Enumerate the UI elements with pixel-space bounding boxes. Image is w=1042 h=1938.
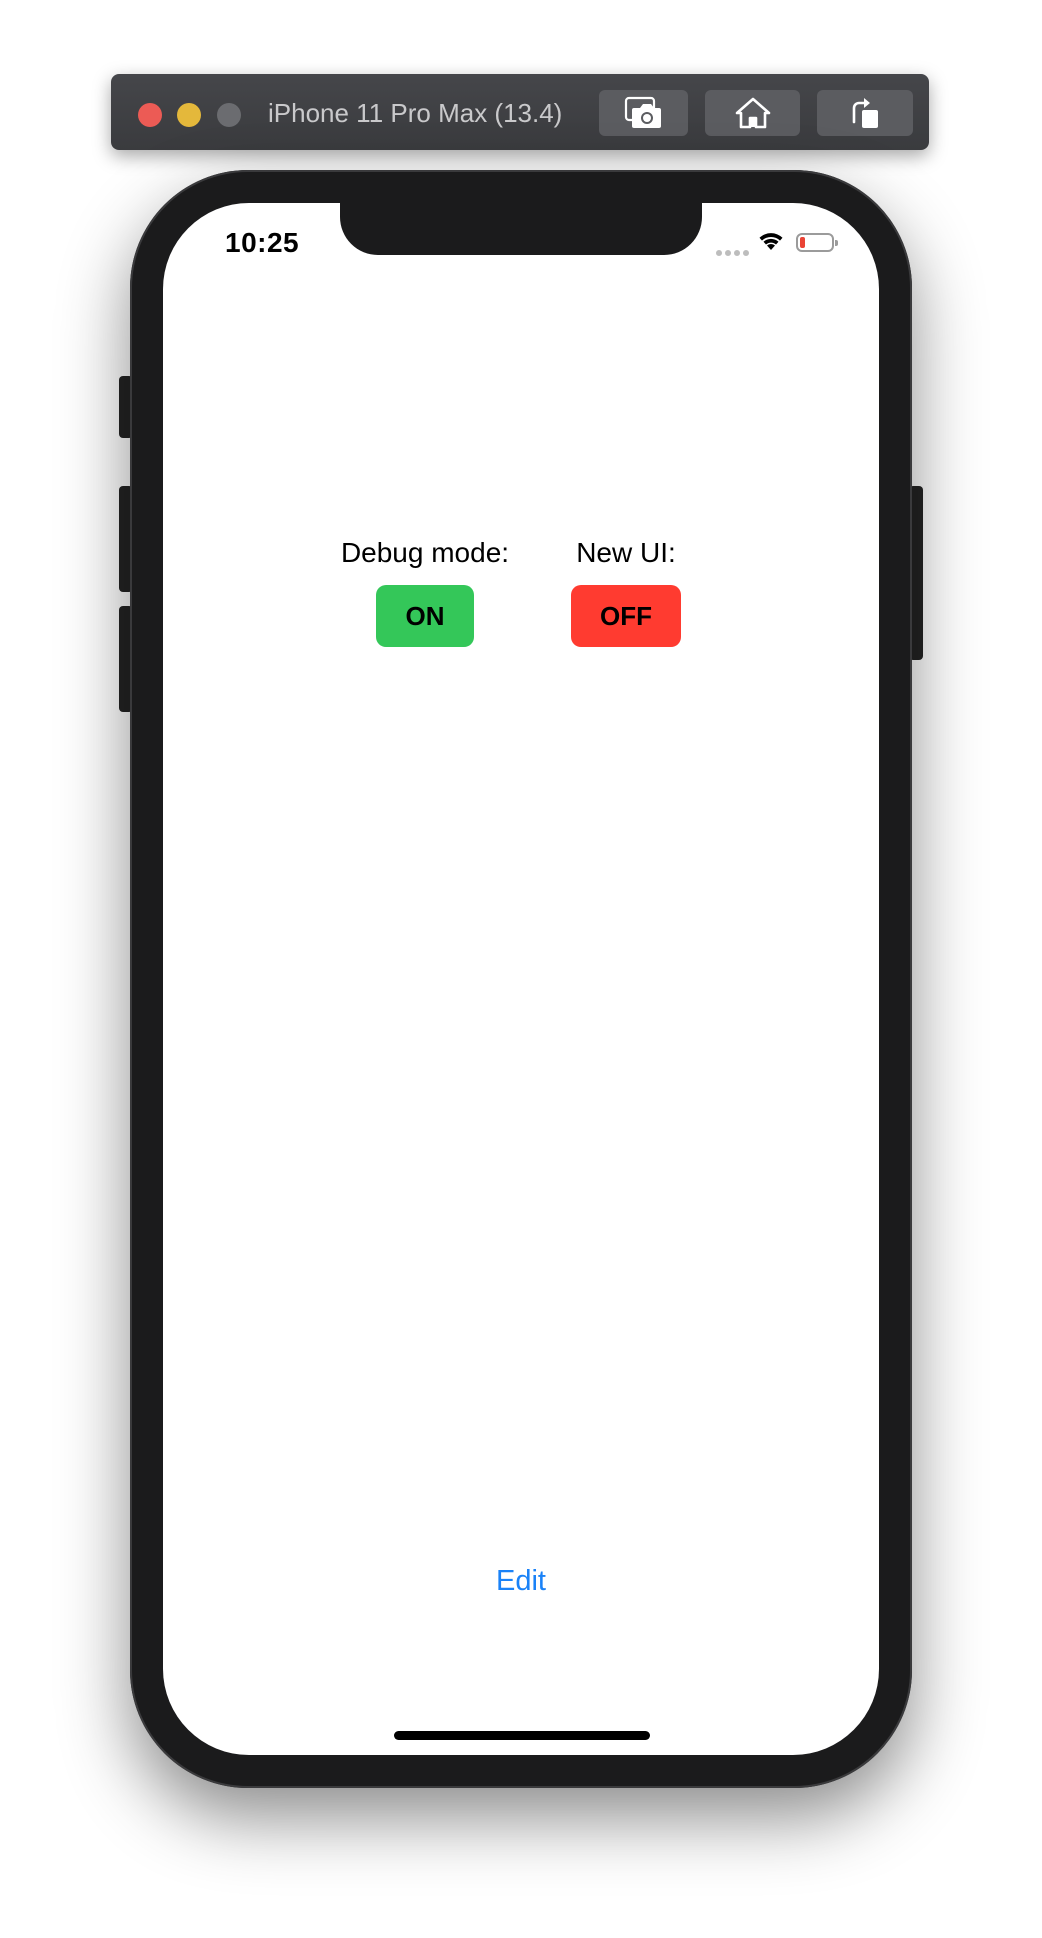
debug-mode-setting: Debug mode: ON [329,535,521,647]
screenshot-button[interactable] [599,90,688,136]
rotate-button[interactable] [817,90,913,136]
iphone-screen: 10:25 Debug mode: ON New UI: OFF Edit [163,203,879,1755]
close-window-button[interactable] [138,103,162,127]
zoom-window-button[interactable] [217,103,241,127]
status-time: 10:25 [225,227,300,258]
home-icon [734,96,772,130]
simulator-title: iPhone 11 Pro Max (13.4) [268,98,563,128]
rotate-icon [848,96,882,130]
wifi-icon [756,230,786,257]
iphone-frame: 10:25 Debug mode: ON New UI: OFF Edit [130,170,912,1788]
edit-button[interactable]: Edit [421,1565,621,1598]
battery-level [800,237,805,248]
cellular-signal-icon [716,250,749,256]
home-indicator[interactable] [394,1731,650,1740]
home-button[interactable] [705,90,800,136]
new-ui-label: New UI: [576,537,676,568]
debug-mode-toggle-button[interactable]: ON [376,585,474,647]
minimize-window-button[interactable] [177,103,201,127]
simulator-title-bar: iPhone 11 Pro Max (13.4) [111,74,929,150]
battery-icon [796,233,838,252]
simulator-window: iPhone 11 Pro Max (13.4) 10:25 Debug mod… [0,0,1042,1938]
camera-icon [624,96,664,130]
debug-mode-label: Debug mode: [340,537,510,568]
notch [340,203,702,255]
new-ui-setting: New UI: OFF [551,535,701,647]
new-ui-toggle-button[interactable]: OFF [571,585,681,647]
